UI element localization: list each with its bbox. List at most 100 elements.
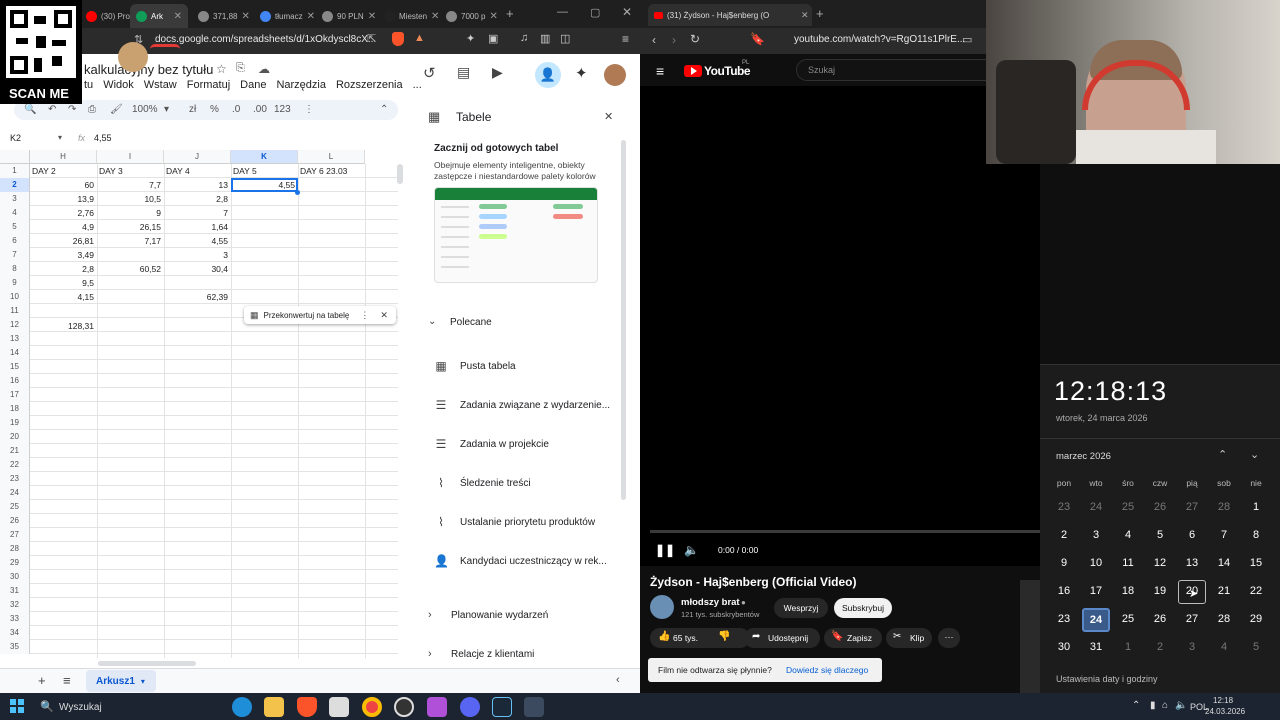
col-header-i[interactable]: I [97, 150, 164, 164]
calendar-day[interactable]: 14 [1210, 552, 1238, 574]
row-number[interactable]: 30 [0, 570, 30, 584]
calendar-settings-link[interactable]: Ustawienia daty i godziny [1056, 674, 1158, 684]
currency-button[interactable]: zł [189, 104, 196, 115]
row-number[interactable]: 16 [0, 374, 30, 388]
menu-tools[interactable]: Narzędzia [276, 79, 326, 91]
data-cell[interactable]: 7 [164, 208, 228, 218]
calendar-day[interactable]: 27 [1178, 496, 1206, 518]
volume-tray-icon[interactable]: 🔈 [1175, 700, 1187, 711]
undo-icon[interactable]: ↶ [48, 104, 56, 115]
calendar-day[interactable]: 25 [1114, 608, 1142, 630]
sidebar-icon[interactable]: ▥ [540, 32, 550, 45]
row-number[interactable]: 26 [0, 514, 30, 528]
close-tab-icon[interactable]: ✕ [801, 10, 809, 21]
header-cell[interactable]: DAY 5 [233, 166, 257, 176]
calendar-day[interactable]: 2 [1050, 524, 1078, 546]
menu-icon[interactable]: ≡ [622, 32, 629, 46]
panel-scrollbar[interactable] [621, 140, 626, 500]
row-number[interactable]: 20 [0, 430, 30, 444]
minimize-button[interactable]: — [557, 6, 568, 18]
template-item[interactable]: ☰ Zadania związane z wydarzenie... [434, 398, 610, 412]
data-cell[interactable]: 4,9 [30, 222, 94, 232]
row-number[interactable]: 12 [0, 318, 30, 332]
calendar-day[interactable]: 2 [1146, 636, 1174, 658]
cast-icon[interactable]: ▭ [962, 33, 972, 46]
data-cell[interactable]: 7,17 [97, 236, 161, 246]
row-number[interactable]: 6 [0, 234, 30, 248]
discord-icon[interactable] [460, 697, 480, 717]
brave-icon[interactable] [297, 697, 317, 717]
header-cell[interactable]: DAY 4 [166, 166, 190, 176]
data-cell[interactable]: 26,15 [97, 222, 161, 232]
row-number[interactable]: 10 [0, 290, 30, 304]
doc-title[interactable]: kalkulacyjny bez tytułu [84, 62, 213, 77]
row-number[interactable]: 25 [0, 500, 30, 514]
row-number[interactable]: 29 [0, 556, 30, 570]
calendar-day[interactable]: 5 [1242, 636, 1270, 658]
row-number[interactable]: 5 [0, 220, 30, 234]
row-number[interactable]: 11 [0, 304, 30, 318]
number-format-button[interactable]: 123 [274, 104, 291, 115]
month-label[interactable]: marzec 2026 [1056, 451, 1111, 462]
row-number[interactable]: 27 [0, 528, 30, 542]
move-folder-icon[interactable]: ⎘ [236, 62, 245, 75]
steam-icon[interactable] [492, 697, 512, 717]
zoom-select[interactable]: 100% [132, 104, 158, 115]
data-cell[interactable]: 2,8 [164, 194, 228, 204]
vertical-scrollbar[interactable] [397, 164, 403, 184]
brave-shield-icon[interactable] [392, 32, 404, 46]
gemini-icon[interactable]: ✦ [575, 64, 588, 82]
battery-icon[interactable]: ▮ [1150, 700, 1156, 711]
calendar-day[interactable]: 19 [1146, 580, 1174, 602]
cloud-status-icon[interactable]: ☁ [258, 62, 270, 76]
calendar-day[interactable]: 1 [1114, 636, 1142, 658]
taskbar-clock[interactable]: 12:18 [1213, 696, 1233, 705]
section-chevron-icon[interactable]: › [428, 648, 432, 660]
row-number[interactable]: 21 [0, 444, 30, 458]
recommended-heading[interactable]: Polecane [450, 317, 492, 328]
calendar-day[interactable]: 5 [1146, 524, 1174, 546]
browser-tab[interactable]: Miesten ✕ [378, 4, 438, 28]
browser-tab[interactable]: Ark ✕ [130, 4, 188, 28]
all-sheets-icon[interactable]: ≡ [63, 673, 71, 688]
subscribe-button[interactable]: Subskrybuj [834, 598, 892, 618]
close-tab-icon[interactable]: ✕ [307, 11, 314, 22]
prev-month-icon[interactable]: ⌃ [1218, 448, 1227, 461]
row-number[interactable]: 23 [0, 472, 30, 486]
template-preview[interactable] [434, 187, 598, 283]
close-tab-icon[interactable]: ✕ [174, 11, 188, 22]
chip-close-icon[interactable]: ✕ [380, 310, 388, 321]
notice-link[interactable]: Dowiedz się dlaczego [786, 665, 868, 675]
history-icon[interactable]: ↺ [423, 64, 436, 82]
data-cell[interactable]: 3 [164, 250, 228, 260]
redo-icon[interactable]: ↷ [68, 104, 76, 115]
calendar-day[interactable]: 8 [1242, 524, 1270, 546]
template-item[interactable]: ☰ Zadania w projekcie [434, 437, 549, 451]
header-cell[interactable]: DAY 3 [99, 166, 123, 176]
section-chevron-icon[interactable]: › [428, 609, 432, 621]
selected-cell[interactable] [231, 178, 298, 192]
data-cell[interactable]: 30,4 [164, 264, 228, 274]
tray-chevron-icon[interactable]: ⌃ [1132, 700, 1140, 711]
template-item[interactable]: ⌇ Śledzenie treści [434, 476, 531, 490]
calendar-day[interactable]: 25 [1114, 496, 1142, 518]
browser-tab[interactable]: 7000 p ✕ [440, 4, 500, 28]
collapse-toolbar-icon[interactable]: ⌃ [380, 104, 388, 115]
browser-tab[interactable]: tłumacz ✕ [254, 4, 314, 28]
data-cell[interactable]: 2,8 [30, 264, 94, 274]
wallet-icon[interactable]: ◫ [560, 32, 570, 45]
calendar-day[interactable]: 28 [1210, 608, 1238, 630]
calendar-day[interactable]: 26 [1146, 608, 1174, 630]
taskbar-date[interactable]: 24.03.2026 [1205, 707, 1245, 716]
calendar-day[interactable]: 10 [1082, 552, 1110, 574]
menu-tools-cut[interactable]: tu [84, 79, 93, 91]
template-item[interactable]: 👤 Kandydaci uczestniczący w rek... [434, 554, 607, 568]
media-icon[interactable]: ♫ [520, 32, 528, 44]
header-cell[interactable]: DAY 6 23.03 [300, 166, 347, 176]
row-number[interactable]: 8 [0, 262, 30, 276]
close-tab-icon[interactable]: ✕ [489, 11, 500, 22]
meet-icon[interactable]: ▶ [492, 64, 503, 81]
menu-extensions[interactable]: Rozszerzenia [336, 79, 403, 91]
calendar-day[interactable]: 21 [1210, 580, 1238, 602]
data-cell[interactable]: 60 [30, 180, 94, 190]
